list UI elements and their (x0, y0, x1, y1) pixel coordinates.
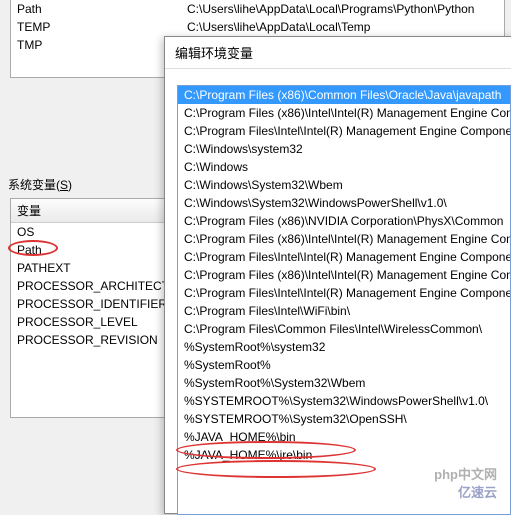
user-var-value: C:\Users\lihe\AppData\Local\Temp (187, 20, 498, 34)
user-var-row[interactable]: Path C:\Users\lihe\AppData\Local\Program… (11, 0, 504, 18)
path-entries-list[interactable]: C:\Program Files (x86)\Common Files\Orac… (177, 85, 511, 515)
path-entry-selected[interactable]: C:\Program Files (x86)\Common Files\Orac… (178, 86, 510, 104)
path-entry[interactable]: C:\Program Files (x86)\Intel\Intel(R) Ma… (178, 266, 510, 284)
system-vars-label: 系统变量(S) (8, 176, 72, 193)
path-entry[interactable]: %SYSTEMROOT%\System32\OpenSSH\ (178, 410, 510, 428)
user-var-name: Path (17, 2, 187, 16)
path-entry[interactable]: C:\Program Files\Common Files\Intel\Wire… (178, 320, 510, 338)
label-suffix: ) (68, 178, 72, 192)
path-entry[interactable]: C:\Program Files (x86)\NVIDIA Corporatio… (178, 212, 510, 230)
edit-env-var-dialog: 编辑环境变量 C:\Program Files (x86)\Common Fil… (164, 36, 511, 514)
path-entry[interactable]: C:\Program Files\Intel\WiFi\bin\ (178, 302, 510, 320)
path-entry[interactable]: %SystemRoot%\System32\Wbem (178, 374, 510, 392)
path-entry[interactable]: C:\Program Files\Intel\Intel(R) Manageme… (178, 122, 510, 140)
path-entry-java-home-jre-bin[interactable]: %JAVA_HOME%\jre\bin (178, 446, 510, 464)
user-var-row[interactable]: TEMP C:\Users\lihe\AppData\Local\Temp (11, 18, 504, 36)
label-prefix: 系统变量( (8, 178, 60, 192)
path-entry[interactable]: %SystemRoot% (178, 356, 510, 374)
path-entry[interactable]: C:\Windows (178, 158, 510, 176)
path-entry[interactable]: C:\Program Files\Intel\Intel(R) Manageme… (178, 248, 510, 266)
path-entry[interactable]: C:\Program Files (x86)\Intel\Intel(R) Ma… (178, 230, 510, 248)
path-entry[interactable]: C:\Program Files\Intel\Intel(R) Manageme… (178, 284, 510, 302)
path-entry[interactable]: %SYSTEMROOT%\System32\WindowsPowerShell\… (178, 392, 510, 410)
path-entry[interactable]: C:\Program Files (x86)\Intel\Intel(R) Ma… (178, 104, 510, 122)
path-entry-java-home-bin[interactable]: %JAVA_HOME%\bin (178, 428, 510, 446)
dialog-title: 编辑环境变量 (165, 37, 511, 69)
path-entry[interactable]: C:\Windows\System32\WindowsPowerShell\v1… (178, 194, 510, 212)
user-var-name: TEMP (17, 20, 187, 34)
label-hotkey: S (60, 178, 68, 192)
env-vars-window: Path C:\Users\lihe\AppData\Local\Program… (0, 0, 511, 507)
user-var-value: C:\Users\lihe\AppData\Local\Programs\Pyt… (187, 2, 498, 16)
path-entry[interactable]: C:\Windows\System32\Wbem (178, 176, 510, 194)
user-var-name: TMP (17, 38, 187, 52)
path-entry[interactable]: C:\Windows\system32 (178, 140, 510, 158)
path-entry[interactable]: %SystemRoot%\system32 (178, 338, 510, 356)
